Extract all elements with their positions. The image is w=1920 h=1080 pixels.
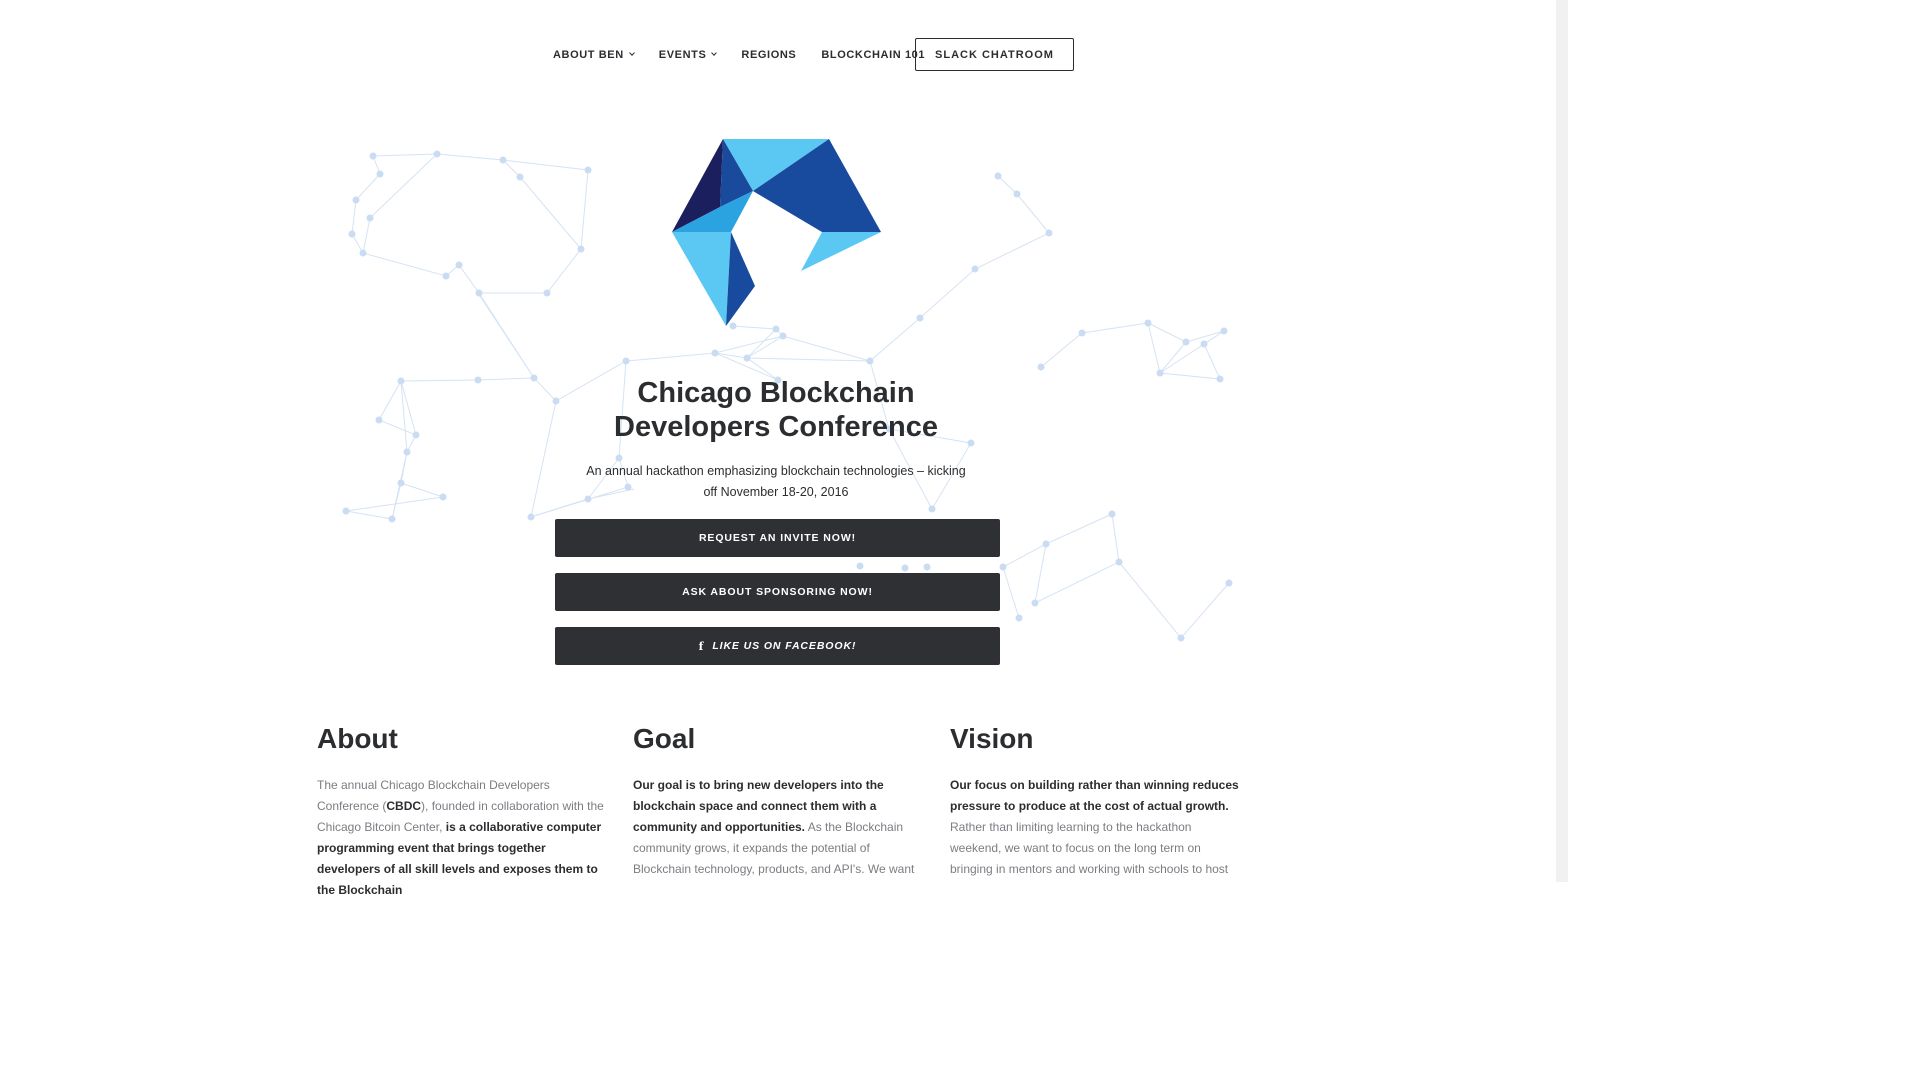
nav-about-ben-label: ABOUT BEN bbox=[553, 48, 624, 61]
nav-regions-label: REGIONS bbox=[741, 48, 797, 61]
chevron-down-icon bbox=[711, 50, 718, 56]
nav-blockchain-101-label: BLOCKCHAIN 101 bbox=[821, 48, 926, 61]
vision-heading: Vision bbox=[950, 723, 1034, 754]
about-text-2: CBDC bbox=[386, 799, 422, 813]
nav-regions[interactable]: REGIONS bbox=[741, 49, 796, 61]
nav-blockchain-101[interactable]: BLOCKCHAIN 101 bbox=[821, 49, 925, 61]
facebook-icon: f bbox=[698, 639, 705, 653]
nav-about-ben[interactable]: ABOUT BEN bbox=[553, 48, 635, 61]
about-section: About The annual Chicago Blockchain Deve… bbox=[317, 722, 609, 901]
goal-heading: Goal bbox=[633, 723, 696, 754]
vision-section: Vision Our focus on building rather than… bbox=[950, 722, 1242, 880]
goal-section: Goal Our goal is to bring new developers… bbox=[633, 722, 925, 880]
goal-text: Our goal is to bring new developers into… bbox=[633, 775, 925, 880]
main-nav: ABOUT BEN EVENTS REGIONS BLOCKCHAIN 101 bbox=[553, 38, 925, 71]
vision-text-1: Our focus on building rather than winnin… bbox=[950, 778, 1239, 813]
facebook-like-label: LIKE US ON FACEBOOK! bbox=[712, 640, 857, 652]
page-scrollbar[interactable] bbox=[1556, 0, 1568, 882]
chevron-down-icon bbox=[628, 50, 635, 56]
vision-text: Our focus on building rather than winnin… bbox=[950, 775, 1242, 880]
nav-events-label: EVENTS bbox=[658, 48, 707, 61]
request-invite-button[interactable]: REQUEST AN INVITE NOW! bbox=[555, 519, 1000, 557]
nav-events[interactable]: EVENTS bbox=[658, 48, 718, 61]
hero-title: Chicago Blockchain Developers Conference bbox=[614, 377, 938, 443]
facebook-like-button[interactable]: f LIKE US ON FACEBOOK! bbox=[555, 627, 1000, 665]
about-heading: About bbox=[317, 723, 398, 754]
cbdc-logo bbox=[672, 139, 881, 326]
about-text: The annual Chicago Blockchain Developers… bbox=[317, 775, 609, 901]
slack-chatroom-button[interactable]: SLACK CHATROOM bbox=[915, 38, 1074, 71]
hero-subtitle: An annual hackathon emphasizing blockcha… bbox=[586, 464, 966, 499]
site-header: ABOUT BEN EVENTS REGIONS BLOCKCHAIN 101 … bbox=[0, 0, 1556, 108]
sponsor-button[interactable]: ASK ABOUT SPONSORING NOW! bbox=[555, 573, 1000, 611]
vision-text-2: Rather than limiting learning to the hac… bbox=[950, 820, 1229, 876]
